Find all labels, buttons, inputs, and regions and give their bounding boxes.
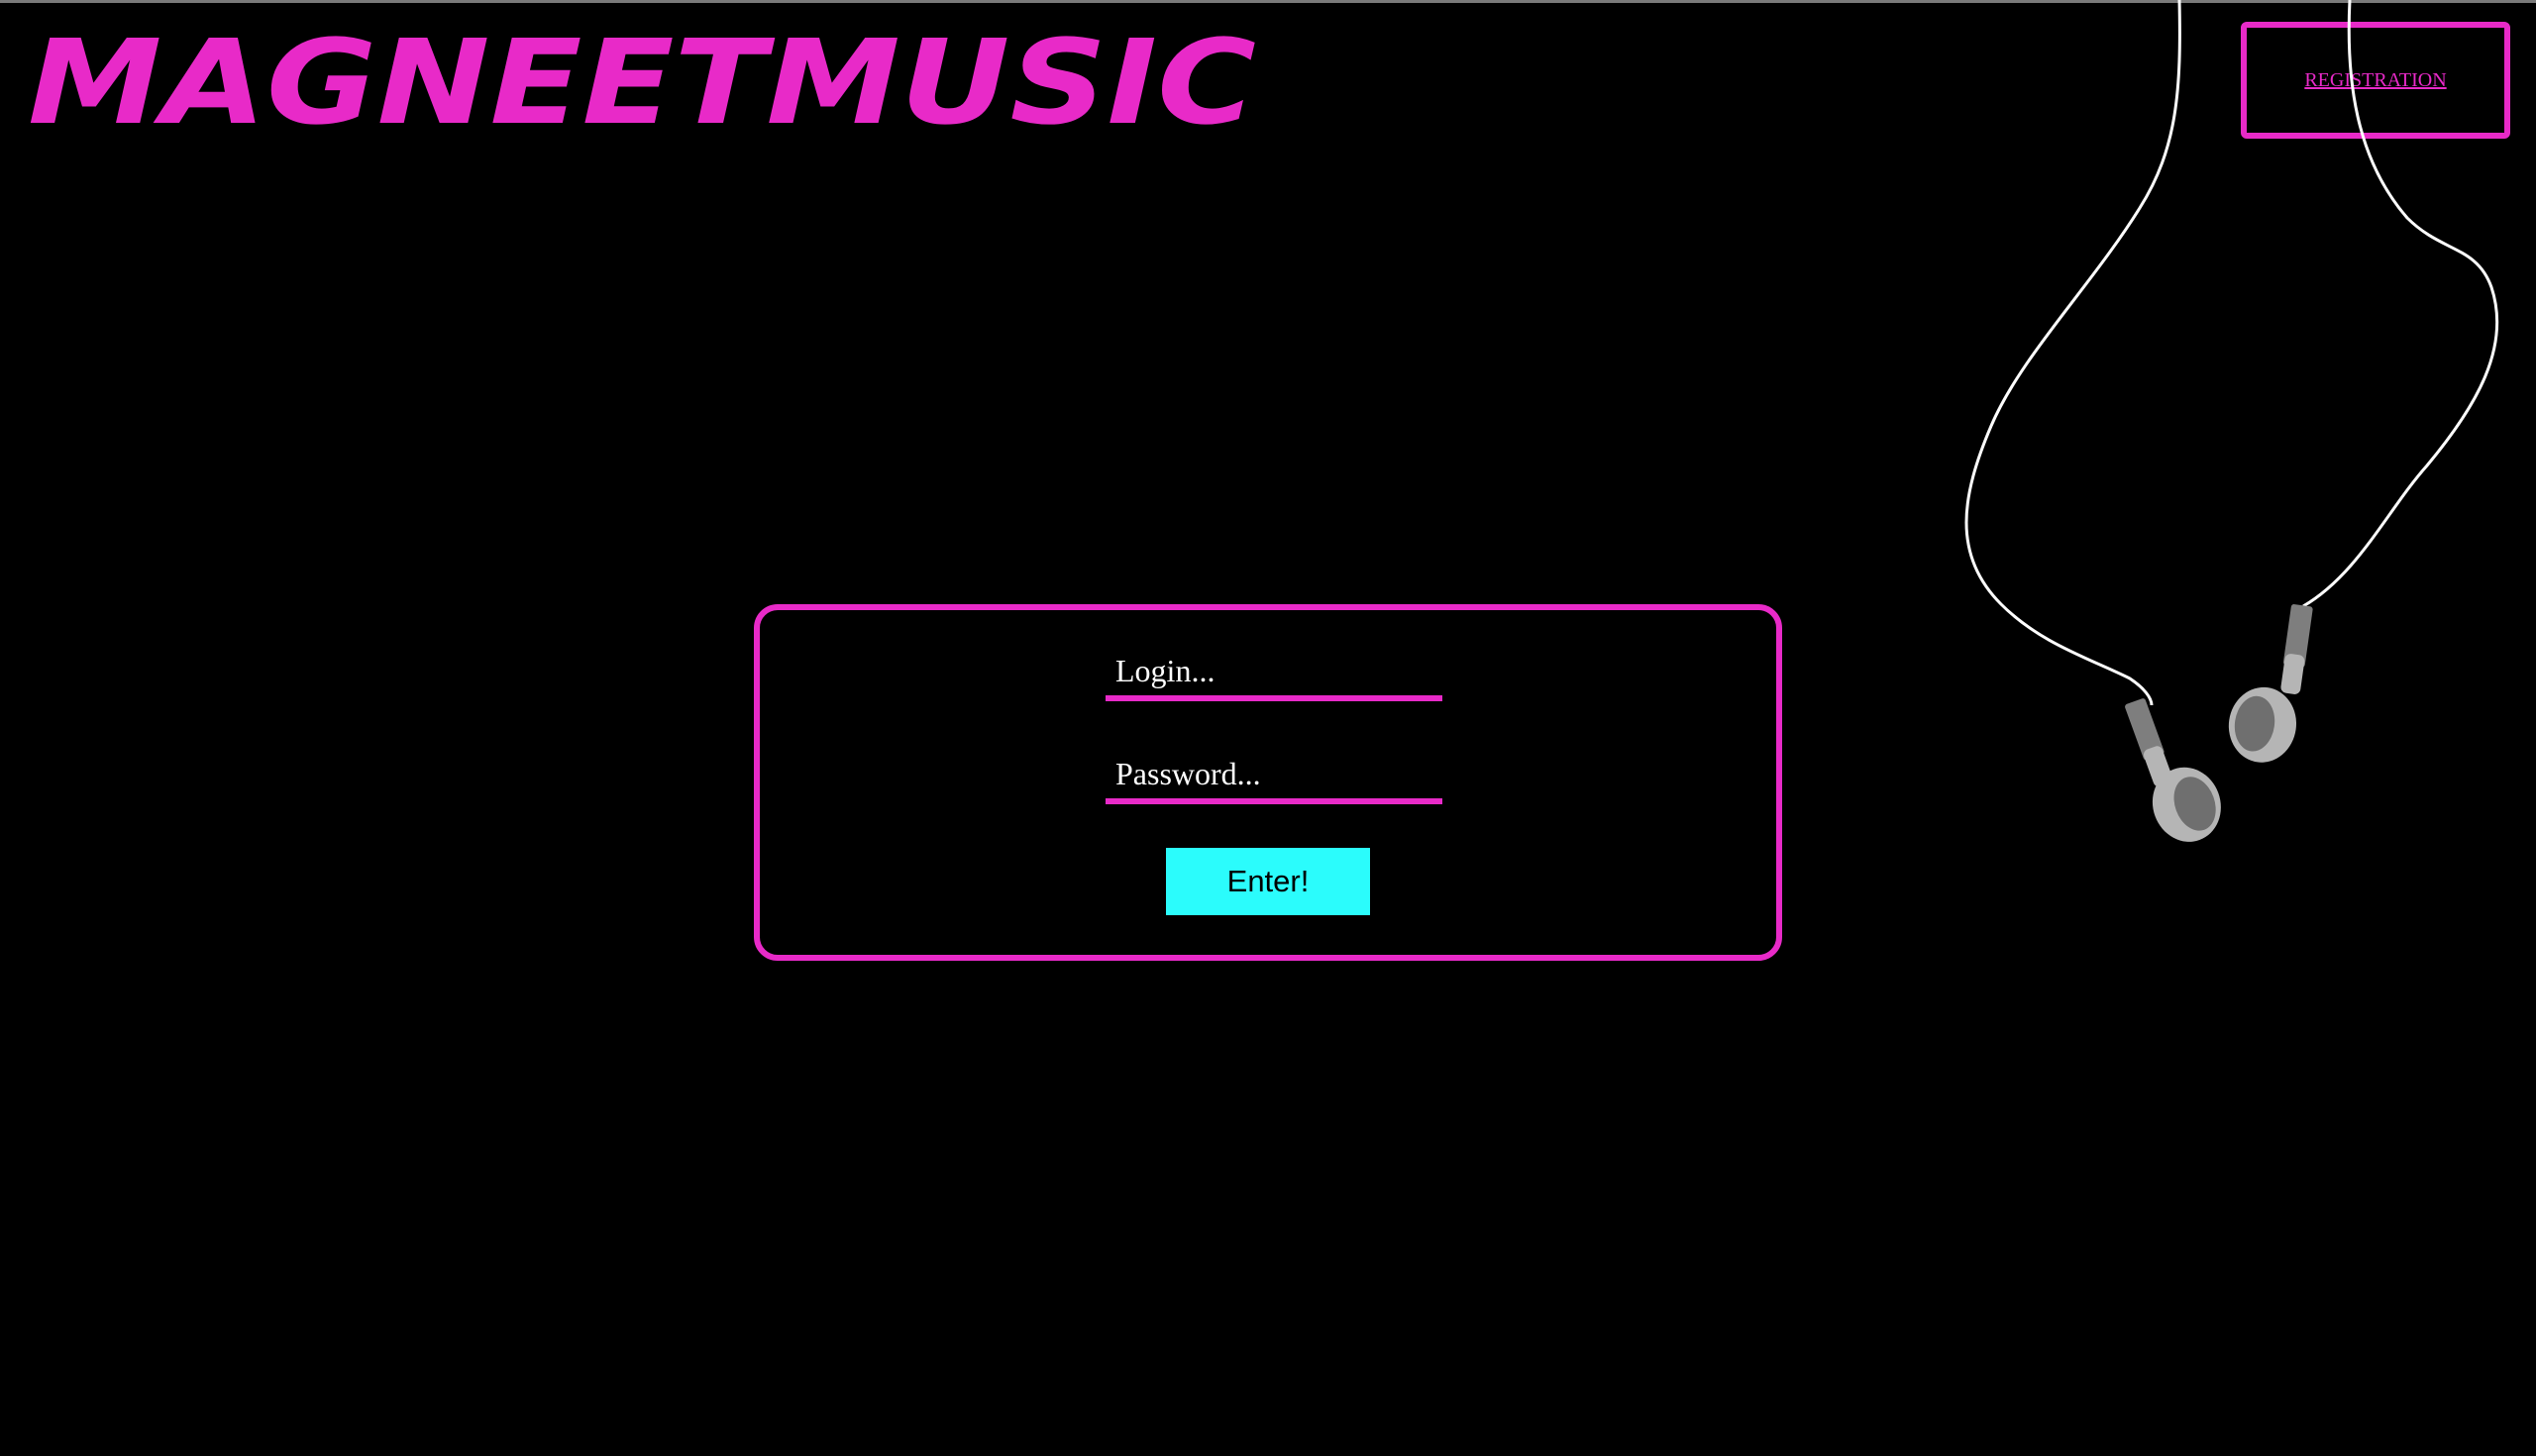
earphone-cable-left [1964, 0, 2181, 706]
enter-button[interactable]: Enter! [1166, 848, 1370, 915]
earphones-icon [1942, 0, 2536, 872]
earphone-cable-right [2302, 0, 2499, 608]
site-logo: MAGNEETMUSIC [22, 6, 1270, 145]
logo-text: MAGNEETMUSIC [28, 14, 1256, 145]
password-input[interactable] [1106, 749, 1442, 804]
login-input[interactable] [1106, 646, 1442, 701]
earbud-left [2125, 698, 2221, 842]
earbud-right [2228, 604, 2313, 763]
login-form: Enter! [754, 604, 1782, 961]
